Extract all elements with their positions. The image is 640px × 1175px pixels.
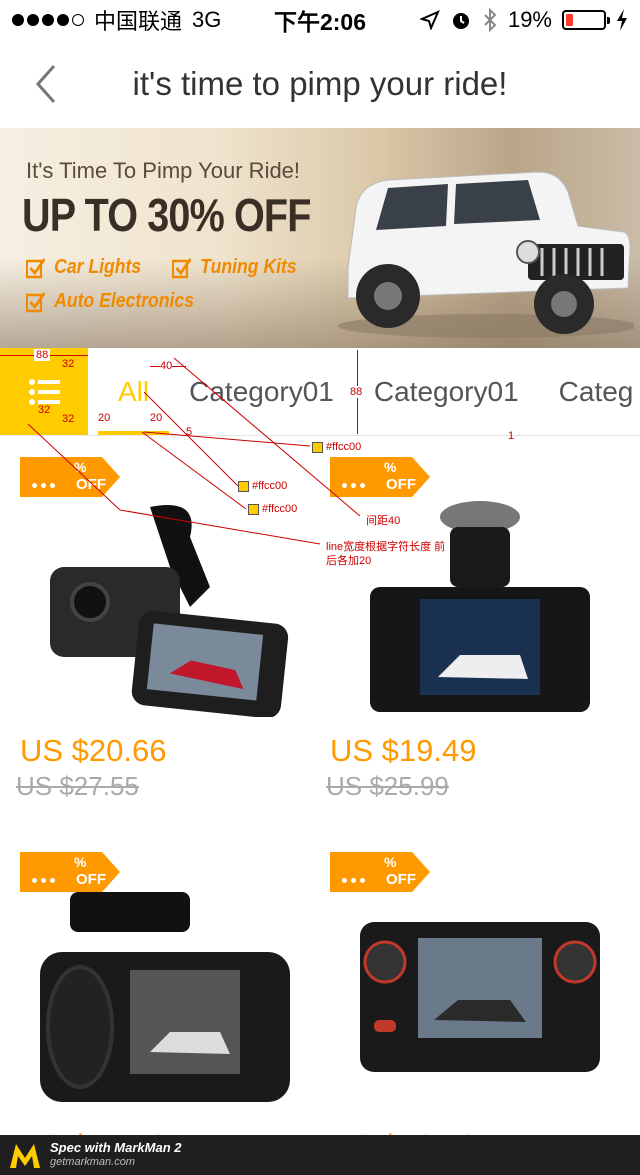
dashcam-image [40,892,290,1102]
dimension-label: 32 [62,358,75,370]
discount-badge: % OFF [330,457,430,497]
discount-badge: % OFF [330,852,430,892]
battery-percent: 19% [507,7,552,32]
tab-underline [98,430,170,435]
bluetooth-icon [484,8,497,32]
back-icon[interactable] [28,62,68,106]
banner-headline: UP TO 30% OFF [22,189,311,241]
tab-category[interactable]: Category01 [169,348,354,435]
discount-badge: % OFF [20,852,120,892]
location-icon [419,10,440,30]
color-label: #ffcc00 [248,503,297,515]
dimension-label: 40 [160,360,173,372]
network-label: 3G [192,7,222,32]
product-card[interactable]: % OFF US $19.49 US $25.99 [310,437,630,832]
list-icon [29,378,60,405]
product-price: US $20.66 [20,733,167,768]
product-card[interactable]: % OFF US $20.66 US $27.55 [0,437,320,832]
dashcam-image [360,922,600,1072]
dimension-label: 20 [98,412,111,424]
banner-feature: Car Lights [26,256,141,279]
check-icon [172,257,192,278]
signal-icon [12,14,84,26]
product-card[interactable]: % OFF US $57.40 [0,832,320,1175]
page-title: it's time to pimp your ride! [132,65,508,102]
dimension-label: 5 [186,426,193,438]
carrier-label: 中国联通 [94,9,183,34]
check-icon [26,291,46,312]
footer-brand: Spec with MarkMan 2 getmarkman.com [50,1140,182,1168]
spacing-note: 间距40 [366,515,401,527]
line-width-note: line宽度根据字符长度 前后各加20 [326,541,446,567]
charging-icon [617,9,627,31]
check-icon [26,257,46,278]
dimension-label: 88 [34,349,51,361]
banner-tagline: It's Time To Pimp Your Ride! [26,158,301,183]
status-bar: 中国联通 3G 下午2:06 19% [0,0,640,40]
dimension-label: 1 [508,430,515,442]
category-tabs: All Category01 Category01 Categ [0,348,640,436]
battery-icon [562,10,610,30]
menu-button[interactable] [0,348,88,435]
nav-bar: it's time to pimp your ride! [0,40,640,128]
status-time: 下午2:06 [273,9,367,35]
product-old-price: US $27.55 [16,771,139,801]
product-price: US $19.49 [330,733,477,768]
markman-footer: Spec with MarkMan 2 getmarkman.com [0,1135,640,1175]
banner-feature: Auto Electronics [26,290,194,313]
dashcam-image [370,501,590,712]
dimension-label: 32 [38,404,51,416]
banner-feature: Tuning Kits [172,256,297,279]
dimension-label: 32 [62,413,75,425]
markman-logo-icon [10,1144,40,1168]
product-card[interactable]: % OFF US $50.70 [310,832,630,1175]
discount-badge: % OFF [20,457,120,497]
dashcam-image [50,505,289,717]
product-old-price: US $25.99 [326,771,449,801]
alarm-icon [452,13,469,29]
dimension-label: 20 [150,412,163,424]
jeep-image [338,171,634,338]
dimension-label: 88 [350,386,363,398]
color-label: #ffcc00 [312,441,361,453]
tab-category[interactable]: Categ [539,348,640,435]
promo-banner[interactable]: It's Time To Pimp Your Ride! UP TO 30% O… [0,128,640,348]
color-label: #ffcc00 [238,480,287,492]
tab-category[interactable]: Category01 [354,348,539,435]
